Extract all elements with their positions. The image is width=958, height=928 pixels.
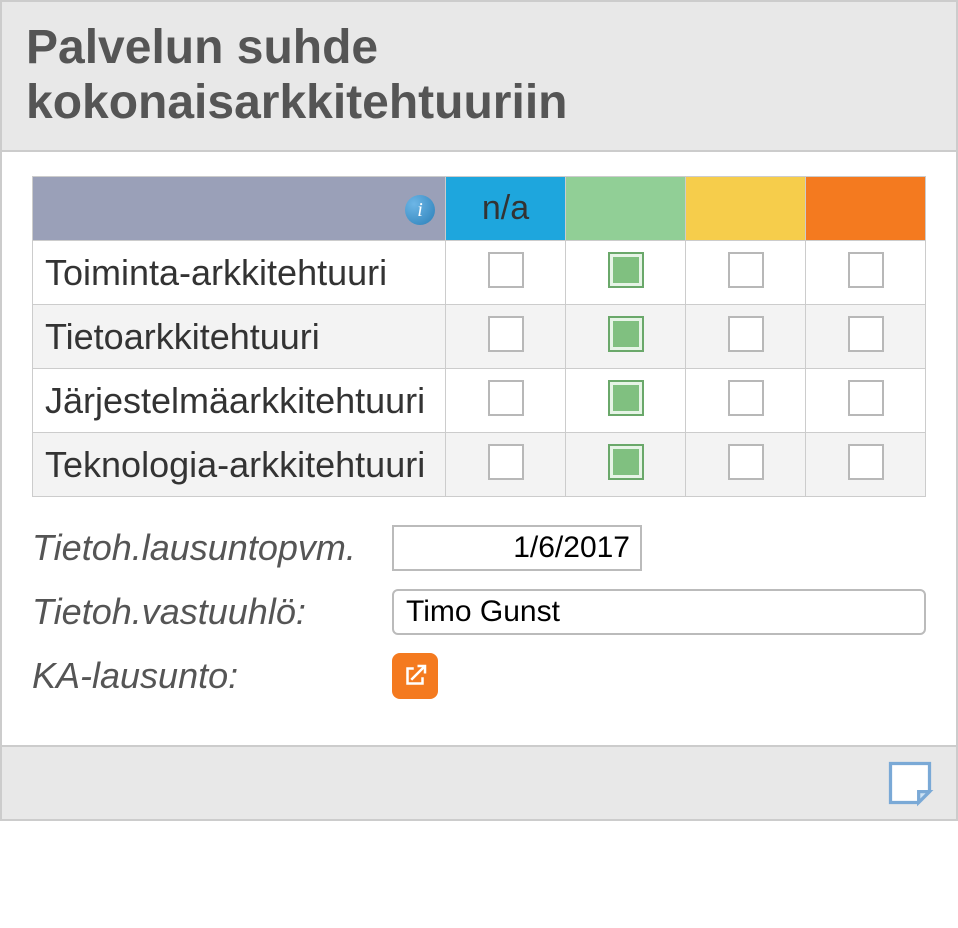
matrix-header-green [566, 177, 686, 241]
date-input[interactable] [392, 525, 642, 571]
date-row: Tietoh.lausuntopvm. [32, 525, 926, 571]
external-link-icon[interactable] [392, 653, 438, 699]
architecture-panel: Palvelun suhde kokonaisarkkitehtuuriin i… [0, 0, 958, 821]
person-label: Tietoh.vastuuhlö: [32, 591, 392, 633]
checkbox-yellow[interactable] [728, 444, 764, 480]
link-label: KA-lausunto: [32, 655, 392, 697]
checkbox-orange[interactable] [848, 252, 884, 288]
person-input[interactable] [392, 589, 926, 635]
checkbox-na[interactable] [488, 316, 524, 352]
checkbox-yellow[interactable] [728, 380, 764, 416]
checkbox-green[interactable] [608, 380, 644, 416]
info-icon[interactable]: i [405, 195, 435, 225]
row-label: Järjestelmäarkkitehtuuri [33, 369, 446, 433]
row-label: Tietoarkkitehtuuri [33, 305, 446, 369]
matrix-header-label: i [33, 177, 446, 241]
panel-header: Palvelun suhde kokonaisarkkitehtuuriin [2, 2, 956, 152]
table-row: Toiminta-arkkitehtuuri [33, 241, 926, 305]
checkbox-na[interactable] [488, 252, 524, 288]
table-row: Tietoarkkitehtuuri [33, 305, 926, 369]
panel-body: i n/a Toiminta-arkkitehtuuri Tie [2, 152, 956, 745]
checkbox-na[interactable] [488, 380, 524, 416]
architecture-matrix: i n/a Toiminta-arkkitehtuuri Tie [32, 176, 926, 497]
matrix-header-na: n/a [446, 177, 566, 241]
matrix-header-orange [806, 177, 926, 241]
checkbox-green[interactable] [608, 252, 644, 288]
table-row: Järjestelmäarkkitehtuuri [33, 369, 926, 433]
person-row: Tietoh.vastuuhlö: [32, 589, 926, 635]
checkbox-orange[interactable] [848, 316, 884, 352]
panel-title: Palvelun suhde kokonaisarkkitehtuuriin [26, 20, 932, 130]
checkbox-yellow[interactable] [728, 252, 764, 288]
checkbox-orange[interactable] [848, 444, 884, 480]
row-label: Teknologia-arkkitehtuuri [33, 433, 446, 497]
matrix-header-yellow [686, 177, 806, 241]
checkbox-green[interactable] [608, 316, 644, 352]
date-label: Tietoh.lausuntopvm. [32, 527, 392, 569]
checkbox-green[interactable] [608, 444, 644, 480]
checkbox-yellow[interactable] [728, 316, 764, 352]
table-row: Teknologia-arkkitehtuuri [33, 433, 926, 497]
matrix-body: Toiminta-arkkitehtuuri Tietoarkkitehtuur… [33, 241, 926, 497]
checkbox-na[interactable] [488, 444, 524, 480]
row-label: Toiminta-arkkitehtuuri [33, 241, 446, 305]
link-row: KA-lausunto: [32, 653, 926, 699]
checkbox-orange[interactable] [848, 380, 884, 416]
note-icon[interactable] [884, 757, 936, 809]
panel-footer [2, 745, 956, 819]
